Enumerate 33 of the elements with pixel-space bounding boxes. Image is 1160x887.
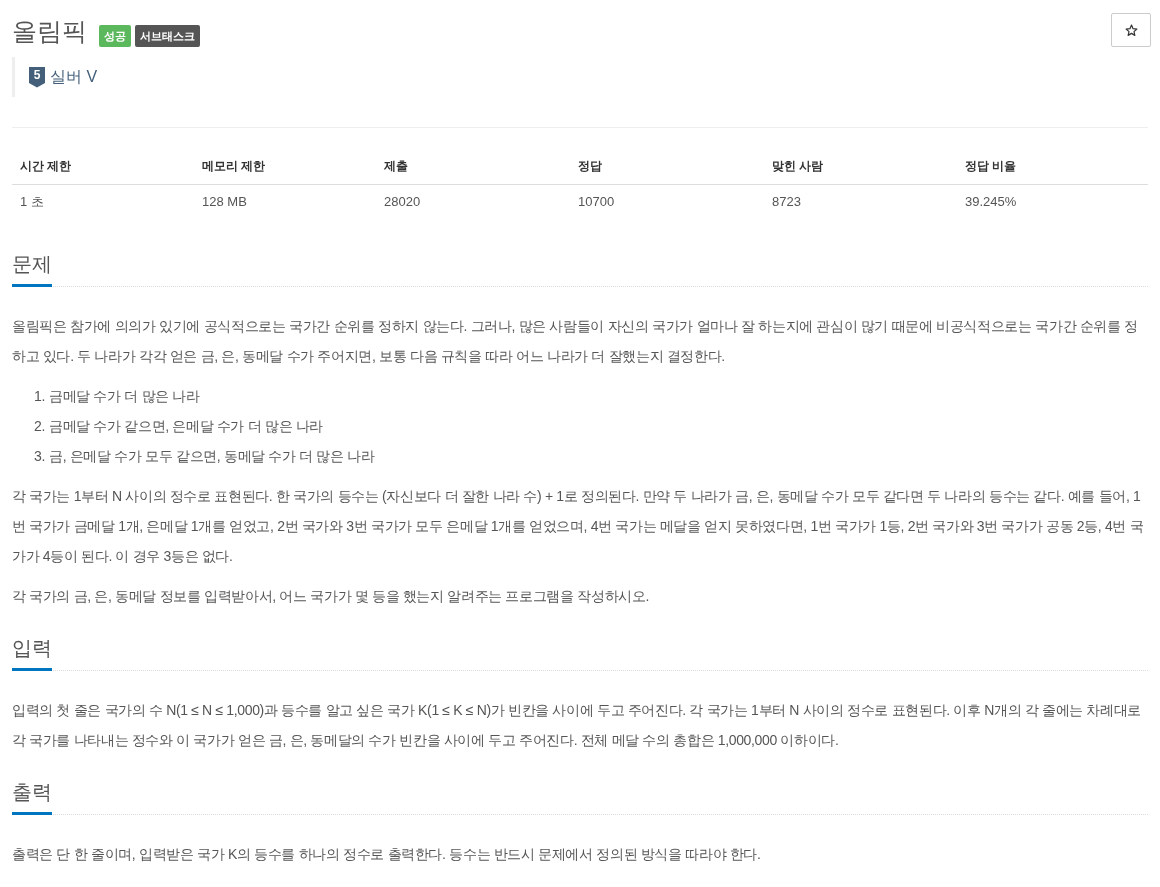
status-badge: 서브태스크 xyxy=(135,25,200,47)
status-badge: 성공 xyxy=(99,25,131,47)
body-paragraph: 각 국가의 금, 은, 동메달 정보를 입력받아서, 어느 국가가 몇 등을 했는지 알려주는 프로그램을 작성하시오. xyxy=(12,587,650,606)
table-cell-text: 128 MB xyxy=(201,193,248,211)
table-header-cell-text: 제출 xyxy=(383,158,409,175)
list-item-text: 금메달 수가 더 많은 나라 xyxy=(49,387,200,406)
star-button[interactable] xyxy=(1111,13,1151,47)
table-header-cell-text: 메모리 제한 xyxy=(201,158,267,175)
body-paragraph: 각 국가는 1부터 N 사이의 정수로 표현된다. 한 국가의 등수는 (자신보다 더 잘한 나라 수) + 1로 정의된다. 만약 두 나라가 금, 은, 동메달 수가 모두 같다면 두 나라의 등수는 같다. 예를 들어, 1번 국가가 금메달 1개, 은메달 1개를 얻었고, 2번 국가와 3번 국가가 모두 은메달 1개를 얻었으며, 4번 국가는 메달을 얻지 못하였다면, 1번 국가가 1등, 2번 국가와 3번 국가가 공동 2등, 4번 국가가 4등이 된다. 이 경우 3등은 없다. xyxy=(12,487,1145,566)
body-paragraph: 올림픽은 참가에 의의가 있기에 공식적으로는 국가간 순위를 정하지 않는다. 그러나, 많은 사람들이 자신의 국가가 얼마나 잘 하는지에 관심이 많기 때문에 비공식적으로는 국가간 순위를 정하고 있다. 두 나라가 각각 얻은 금, 은, 동메달 수가 주어지면, 보통 다음 규칙을 따라 어느 나라가 더 잘했는지 결정한다. xyxy=(12,317,1139,366)
problem-title: 올림픽 xyxy=(12,16,87,47)
table-header-cell-text: 정답 비율 xyxy=(964,158,1018,175)
table-cell-text: 1 초 xyxy=(19,193,45,211)
table-cell-text: 8723 xyxy=(771,193,802,211)
list-item-text: 금, 은메달 수가 모두 같으면, 동메달 수가 더 많은 나라 xyxy=(49,447,375,466)
list-number: 1. xyxy=(34,387,45,406)
tier-badge: 5 xyxy=(29,66,45,88)
star-icon xyxy=(1124,23,1138,37)
table-cell-text: 39.245% xyxy=(964,193,1018,211)
tier-label: 실버 V xyxy=(50,67,98,87)
table-header-cell-text: 맞힌 사람 xyxy=(771,158,825,175)
table-header-cell-text: 정답 xyxy=(577,158,603,175)
section-heading: 문제 xyxy=(12,249,52,287)
table-cell-text: 28020 xyxy=(383,193,422,211)
body-paragraph: 입력의 첫 줄은 국가의 수 N(1 ≤ N ≤ 1,000)과 등수를 알고 싶은 국가 K(1 ≤ K ≤ N)가 빈칸을 사이에 두고 주어진다. 각 국가는 1부터 N 사이의 정수로 표현된다. 이후 N개의 각 줄에는 차례대로 각 국가를 나타내는 정수와 이 국가가 얻은 금, 은, 동메달의 수가 빈칸을 사이에 두고 주어진다. 전체 메달 수의 총합은 1,000,000 이하이다. xyxy=(12,701,1143,750)
section-heading: 출력 xyxy=(12,777,52,815)
table-header-cell-text: 시간 제한 xyxy=(19,158,73,175)
list-item-text: 금메달 수가 같으면, 은메달 수가 더 많은 나라 xyxy=(49,417,323,436)
list-number: 3. xyxy=(34,447,45,466)
table-cell-text: 10700 xyxy=(577,193,616,211)
section-heading: 입력 xyxy=(12,633,52,671)
list-number: 2. xyxy=(34,417,45,436)
body-paragraph: 출력은 단 한 줄이며, 입력받은 국가 K의 등수를 하나의 정수로 출력한다. 등수는 반드시 문제에서 정의된 방식을 따라야 한다. xyxy=(12,845,762,864)
